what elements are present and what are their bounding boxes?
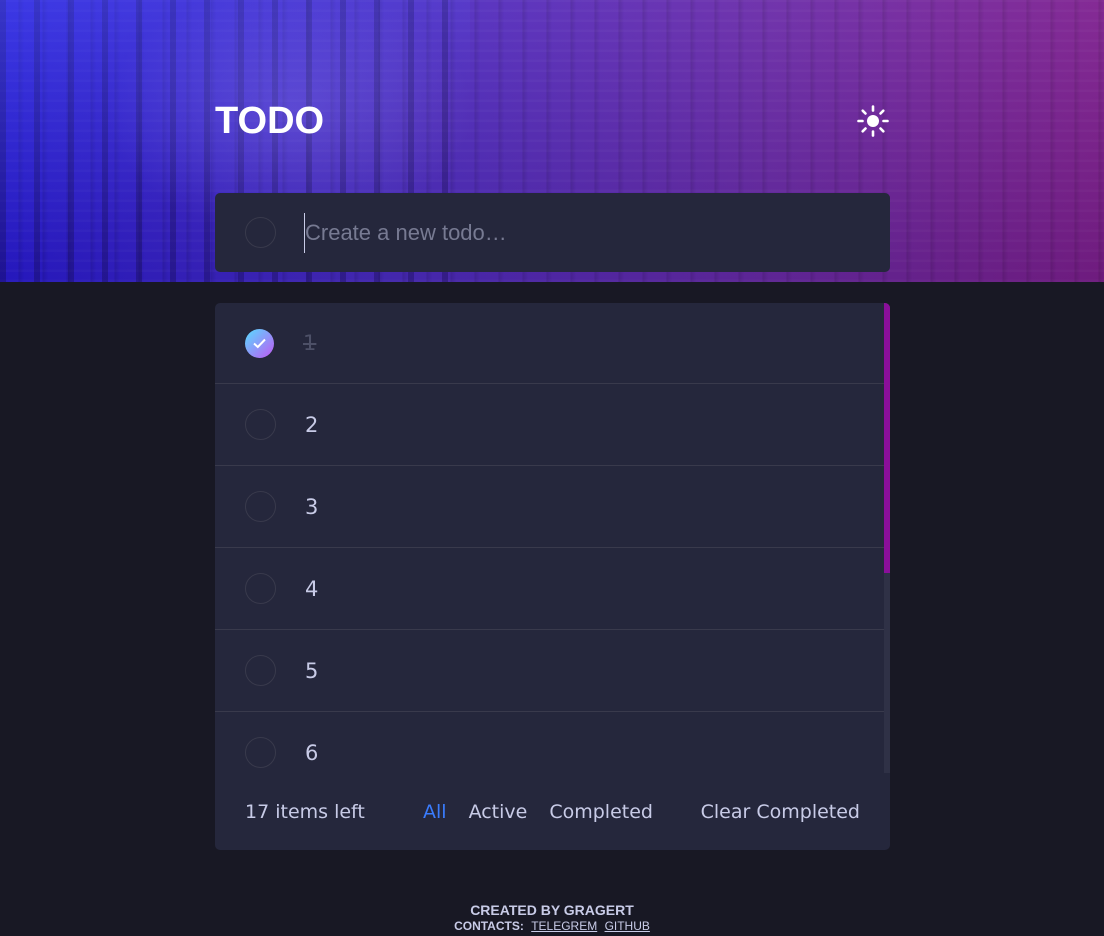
todo-item[interactable]: 6 xyxy=(215,712,890,773)
todo-item[interactable]: 3 xyxy=(215,466,890,548)
todo-label: 6 xyxy=(305,740,319,765)
clear-completed-button[interactable]: Clear Completed xyxy=(701,801,860,823)
todo-checkbox-checked[interactable] xyxy=(245,328,274,358)
todo-label: 4 xyxy=(305,576,319,601)
filter-completed[interactable]: Completed xyxy=(549,801,653,823)
todo-label: 2 xyxy=(305,412,319,437)
todo-checkbox[interactable] xyxy=(245,737,276,768)
todo-list: 1 2 3 4 5 6 xyxy=(215,303,890,773)
new-todo-input[interactable] xyxy=(304,212,890,253)
contacts-line: CONTACTS: TELEGREM GITHUB xyxy=(0,919,1104,933)
todo-checkbox[interactable] xyxy=(245,491,276,522)
todo-item[interactable]: 2 xyxy=(215,384,890,466)
telegram-link[interactable]: TELEGREM xyxy=(531,919,597,933)
filter-all[interactable]: All xyxy=(423,801,447,823)
filter-active[interactable]: Active xyxy=(469,801,528,823)
contacts-label: CONTACTS: xyxy=(454,919,524,933)
todo-checkbox[interactable] xyxy=(245,655,276,686)
new-todo-check-circle[interactable] xyxy=(245,217,276,248)
todo-label: 1 xyxy=(303,331,317,355)
check-icon xyxy=(253,338,266,348)
app-header: TODO xyxy=(215,96,890,146)
theme-toggle-button[interactable] xyxy=(856,104,890,138)
filter-group: All Active Completed xyxy=(423,801,653,823)
sun-icon xyxy=(857,105,889,137)
created-by-text: CREATED BY GRAGERT xyxy=(470,902,634,918)
todo-label: 5 xyxy=(305,658,319,683)
new-todo-bar xyxy=(215,193,890,272)
todo-checkbox[interactable] xyxy=(245,409,276,440)
todo-footer: 17 items left All Active Completed Clear… xyxy=(215,773,890,850)
scrollbar-thumb[interactable] xyxy=(884,303,890,573)
todo-item[interactable]: 4 xyxy=(215,548,890,630)
credits: CREATED BY GRAGERT CONTACTS: TELEGREM GI… xyxy=(0,902,1104,933)
todo-checkbox[interactable] xyxy=(245,573,276,604)
list-scrollbar[interactable] xyxy=(884,303,890,773)
github-link[interactable]: GITHUB xyxy=(605,919,650,933)
todo-item[interactable]: 5 xyxy=(215,630,890,712)
todo-item[interactable]: 1 xyxy=(215,303,890,384)
items-left-count: 17 items left xyxy=(245,800,365,823)
todo-label: 3 xyxy=(305,494,319,519)
page-title: TODO xyxy=(215,99,325,142)
